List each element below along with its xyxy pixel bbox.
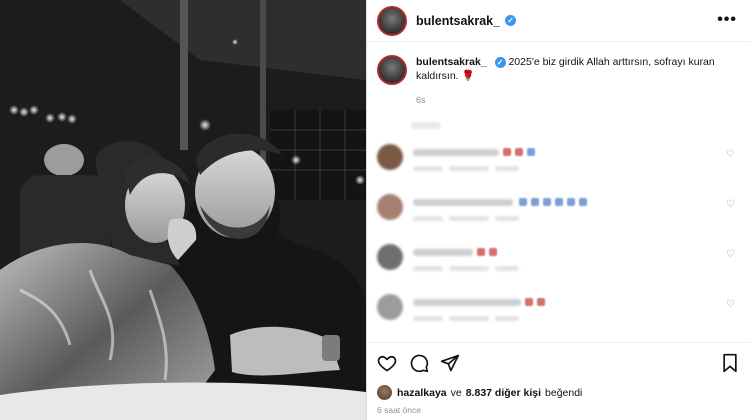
share-icon[interactable] xyxy=(440,353,460,373)
emoji-blob xyxy=(531,198,539,206)
blurred-comment-text xyxy=(413,249,473,256)
blurred-comment-meta xyxy=(495,216,519,221)
blurred-comment-meta xyxy=(413,266,443,271)
more-options-icon[interactable]: ••• xyxy=(717,11,737,29)
post-caption: bulentsakrak_ ✓ 2025'e biz girdik Allah … xyxy=(377,55,741,107)
blurred-comment-meta xyxy=(495,266,519,271)
post-actions-bar xyxy=(367,342,750,380)
comment-avatar[interactable] xyxy=(377,244,403,270)
emoji-blob xyxy=(503,148,511,156)
emoji-blob xyxy=(537,298,545,306)
post-timestamp: 6 saat önce xyxy=(377,405,421,415)
comment-icon[interactable] xyxy=(409,353,429,373)
blurred-label xyxy=(411,122,441,129)
author-username[interactable]: bulentsakrak_ xyxy=(416,14,500,28)
likes-connector: ve xyxy=(450,386,462,399)
comment-like-icon[interactable]: ♡ xyxy=(726,199,735,210)
blurred-comment-meta xyxy=(495,166,519,171)
emoji-blob xyxy=(579,198,587,206)
blurred-comment-meta xyxy=(449,216,489,221)
bookmark-icon[interactable] xyxy=(721,353,739,373)
caption-username[interactable]: bulentsakrak_ xyxy=(416,56,487,68)
emoji-blob xyxy=(489,248,497,256)
instagram-post: bulentsakrak_ ✓ ••• bulentsakrak_ ✓ 2025… xyxy=(0,0,750,420)
caption-body: bulentsakrak_ ✓ 2025'e biz girdik Allah … xyxy=(416,55,736,107)
comment-avatar[interactable] xyxy=(377,194,403,220)
liker-avatar[interactable] xyxy=(377,385,392,400)
blurred-comment-meta xyxy=(449,266,489,271)
black-and-white-couple-photo xyxy=(0,0,366,420)
heart-icon[interactable] xyxy=(377,353,397,373)
caption-time: 6s xyxy=(416,95,426,105)
comment-like-icon[interactable]: ♡ xyxy=(726,149,735,160)
blurred-comment-meta xyxy=(449,166,489,171)
blurred-comment-text xyxy=(413,199,513,206)
comment-item: ♡ xyxy=(377,194,741,234)
verified-badge-icon: ✓ xyxy=(505,15,517,26)
blurred-comment-meta xyxy=(413,166,443,171)
blurred-comment-meta xyxy=(413,216,443,221)
caption-author-avatar[interactable] xyxy=(377,55,407,85)
blurred-comment-meta xyxy=(495,316,519,321)
author-avatar[interactable] xyxy=(377,5,407,36)
emoji-blob xyxy=(567,198,575,206)
emoji-blob xyxy=(477,248,485,256)
blurred-comment-text xyxy=(413,299,521,306)
blurred-comment-text xyxy=(413,149,499,156)
emoji-blob xyxy=(519,198,527,206)
post-header: bulentsakrak_ ✓ ••• xyxy=(367,0,750,42)
blurred-comment-meta xyxy=(449,316,489,321)
blurred-comment-meta xyxy=(413,316,443,321)
emoji-blob xyxy=(525,298,533,306)
comment-like-icon[interactable]: ♡ xyxy=(726,299,735,310)
comment-like-icon[interactable]: ♡ xyxy=(726,249,735,260)
comment-avatar[interactable] xyxy=(377,144,403,170)
emoji-blob xyxy=(515,148,523,156)
likes-count[interactable]: 8.837 diğer kişi xyxy=(466,387,541,399)
emoji-blob xyxy=(527,148,535,156)
emoji-blob xyxy=(555,198,563,206)
caption-verified-icon: ✓ xyxy=(494,57,506,68)
post-photo[interactable] xyxy=(0,0,366,420)
comment-avatar[interactable] xyxy=(377,294,403,320)
post-side-panel: bulentsakrak_ ✓ ••• bulentsakrak_ ✓ 2025… xyxy=(366,0,750,420)
comment-item: ♡ xyxy=(377,294,741,334)
emoji-blob xyxy=(543,198,551,206)
liker-username[interactable]: hazalkaya xyxy=(397,387,447,399)
likes-verb: beğendi xyxy=(545,386,583,399)
likes-summary: hazalkaya ve 8.837 diğer kişi beğendi xyxy=(377,385,582,400)
comment-item: ♡ xyxy=(377,244,741,284)
comment-item: ♡ xyxy=(377,144,741,184)
